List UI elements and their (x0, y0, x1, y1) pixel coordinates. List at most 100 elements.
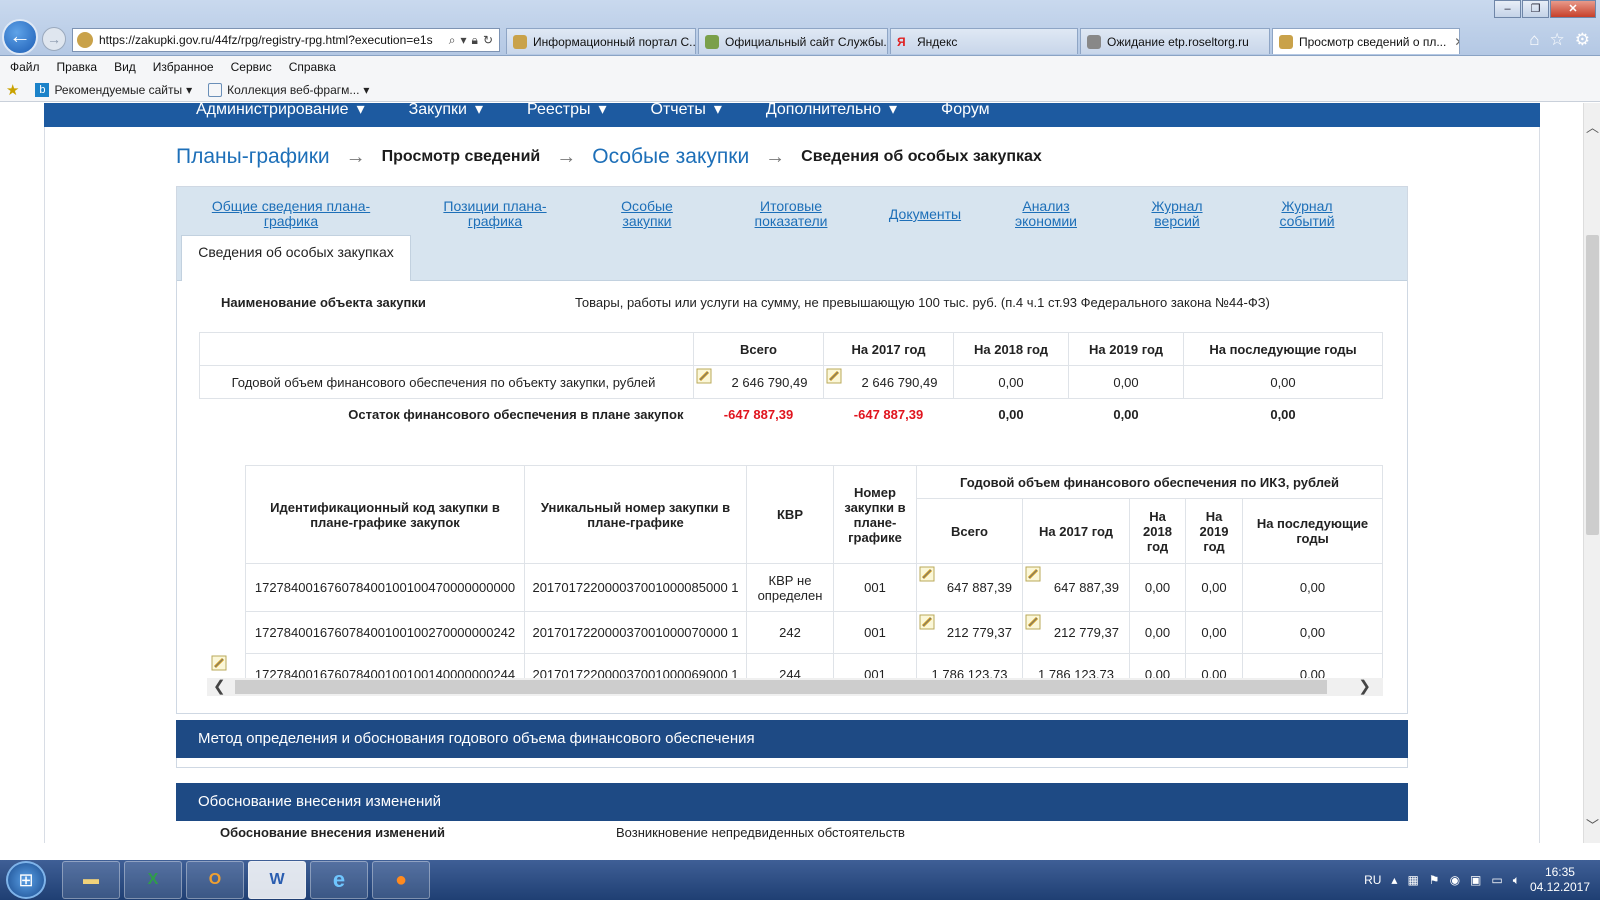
language-indicator[interactable]: RU (1364, 873, 1381, 887)
scroll-up-icon[interactable]: ︿ (1584, 117, 1600, 136)
purchase-number: 001 (833, 611, 917, 654)
browser-tab[interactable]: Ожидание etp.roseltorg.ru (1080, 28, 1270, 54)
ikz-code: 172784001676078400100100270000000242 (245, 611, 525, 654)
tab-favicon-icon (705, 34, 719, 49)
lock-icon[interactable]: 🔒︎ (472, 33, 478, 48)
home-icon[interactable]: ⌂ (1529, 30, 1539, 50)
address-url[interactable]: https://zakupki.gov.ru/44fz/rpg/registry… (99, 33, 443, 47)
column-header: Номер закупки в плане-графике (833, 465, 917, 564)
flag-icon[interactable]: ⚑ (1429, 873, 1440, 887)
breadcrumb: Планы-графики → Просмотр сведений → Особ… (176, 145, 1042, 169)
refresh-icon[interactable]: ↻ (483, 33, 493, 48)
chevron-down-icon: ▾ (713, 103, 722, 118)
tab-totals[interactable]: Итоговые показатели (751, 199, 831, 229)
site-top-nav: Администрирование ▾ Закупки ▾ Реестры ▾ Отч… (44, 103, 1540, 127)
arrow-right-icon: → (345, 145, 366, 168)
settings-gear-icon[interactable]: ⚙ (1575, 30, 1590, 50)
scroll-right-icon[interactable]: ❯ (1358, 678, 1371, 696)
breadcrumb-special[interactable]: Особые закупки (592, 145, 749, 169)
close-tab-icon[interactable]: ✕ (1454, 35, 1459, 49)
breadcrumb-plans[interactable]: Планы-графики (176, 145, 330, 169)
start-button[interactable]: ⊞ (6, 861, 46, 899)
nav-item[interactable]: Форум (941, 103, 990, 119)
power-icon[interactable]: ▣ (1470, 873, 1481, 887)
edit-pencil-icon[interactable] (919, 614, 935, 630)
volume-icon[interactable]: 🔈︎ (1513, 873, 1520, 888)
reason-section-header[interactable]: Обоснование внесения изменений (176, 783, 1408, 821)
tab-special-details[interactable]: Сведения об особых закупках (181, 235, 411, 281)
scrollbar-thumb[interactable] (1586, 235, 1599, 535)
close-window-button[interactable]: ✕ (1550, 0, 1596, 18)
edit-pencil-icon[interactable] (211, 655, 227, 671)
tab-documents[interactable]: Документы (885, 207, 965, 222)
details-panel: Общие сведения плана-графика Позиции пла… (176, 186, 1408, 714)
ie-taskbar-button[interactable]: e (310, 861, 368, 899)
reason-value: Возникновение непредвиденных обстоятельс… (616, 825, 905, 840)
menu-item[interactable]: Сервис (231, 60, 272, 74)
browser-tab[interactable]: Я Яндекс (890, 28, 1078, 54)
edit-pencil-icon[interactable] (919, 566, 935, 582)
menu-item[interactable]: Вид (114, 60, 136, 74)
browser-tab-active[interactable]: Просмотр сведений о пл... ✕ (1272, 28, 1460, 54)
nav-item[interactable]: Дополнительно (766, 103, 881, 119)
nav-item[interactable]: Реестры (527, 103, 591, 119)
edit-pencil-icon[interactable] (696, 368, 712, 384)
vertical-scrollbar[interactable]: ︿ ﹀ (1583, 103, 1600, 843)
menu-item[interactable]: Правка (57, 60, 98, 74)
nav-item[interactable]: Закупки (409, 103, 467, 119)
edit-pencil-icon[interactable] (826, 368, 842, 384)
scroll-down-icon[interactable]: ﹀ (1584, 815, 1600, 834)
menu-item[interactable]: Файл (10, 60, 40, 74)
firefox-taskbar-button[interactable]: ● (372, 861, 430, 899)
forward-button[interactable]: → (42, 27, 66, 51)
address-bar[interactable]: https://zakupki.gov.ru/44fz/rpg/registry… (72, 28, 500, 52)
purchase-number: 001 (833, 563, 917, 612)
back-button[interactable]: ← (2, 19, 38, 55)
menu-item[interactable]: Справка (289, 60, 336, 74)
tab-positions[interactable]: Позиции плана-графика (435, 199, 555, 229)
search-icon[interactable]: ⌕ (449, 33, 456, 48)
total-value: -647 887,39 (853, 407, 924, 423)
excel-taskbar-button[interactable]: X (124, 861, 182, 899)
outlook-taskbar-button[interactable]: O (186, 861, 244, 899)
nav-item[interactable]: Отчеты (651, 103, 706, 119)
edit-pencil-icon[interactable] (1025, 614, 1041, 630)
dropdown-icon[interactable]: ▾ (461, 33, 467, 48)
system-tray: RU ▴ ▦ ⚑ ◉ ▣ ▭ 🔈︎ 16:35 04.12.2017 (1364, 860, 1590, 900)
network-icon[interactable]: ▦ (1407, 873, 1418, 887)
maximize-button[interactable]: ❐ (1522, 0, 1549, 18)
column-group-header: Годовой объем финансового обеспечения по… (916, 465, 1383, 499)
tab-economy[interactable]: Анализ экономии (1011, 199, 1081, 229)
explorer-taskbar-button[interactable]: ▬ (62, 861, 120, 899)
tab-general[interactable]: Общие сведения плана-графика (211, 199, 371, 229)
browser-tabs: Информационный портал С... Официальный с… (506, 28, 1462, 54)
tab-versions[interactable]: Журнал версий (1147, 199, 1207, 229)
nav-item[interactable]: Администрирование (196, 103, 349, 119)
recommended-sites[interactable]: b Рекомендуемые сайты ▾ (35, 82, 192, 97)
chevron-down-icon: ▾ (598, 103, 607, 118)
browser-tab[interactable]: Информационный портал С... (506, 28, 696, 54)
scrollbar-thumb[interactable] (235, 680, 1327, 694)
favorites-star-icon[interactable]: ☆ (1550, 30, 1565, 50)
breadcrumb-view[interactable]: Просмотр сведений (382, 148, 541, 166)
cell-value: 0,00 (1068, 365, 1184, 399)
tab-special[interactable]: Особые закупки (617, 199, 677, 229)
scroll-left-icon[interactable]: ❮ (213, 678, 226, 696)
web-slice-gallery[interactable]: Коллекция веб-фрагм... ▾ (208, 82, 369, 97)
folder-icon: ▬ (83, 871, 99, 888)
horizontal-scrollbar[interactable]: ❮ ❯ (207, 678, 1383, 696)
edit-pencil-icon[interactable] (1025, 566, 1041, 582)
clock[interactable]: 16:35 04.12.2017 (1530, 865, 1590, 895)
gallery-icon (208, 82, 223, 97)
total-row: Остаток финансового обеспечения в плане … (200, 399, 1383, 431)
menu-item[interactable]: Избранное (153, 60, 214, 74)
minimize-button[interactable]: – (1494, 0, 1521, 18)
browser-tab[interactable]: Официальный сайт Службы... (698, 28, 888, 54)
word-taskbar-button[interactable]: W (248, 861, 306, 899)
favorites-star-icon[interactable]: ★ (6, 81, 19, 99)
tab-events[interactable]: Журнал событий (1277, 199, 1337, 229)
tray-expand-icon[interactable]: ▴ (1391, 873, 1397, 887)
display-icon[interactable]: ▭ (1491, 873, 1502, 887)
update-icon[interactable]: ◉ (1450, 873, 1460, 887)
method-section-header[interactable]: Метод определения и обоснования годового… (176, 720, 1408, 758)
